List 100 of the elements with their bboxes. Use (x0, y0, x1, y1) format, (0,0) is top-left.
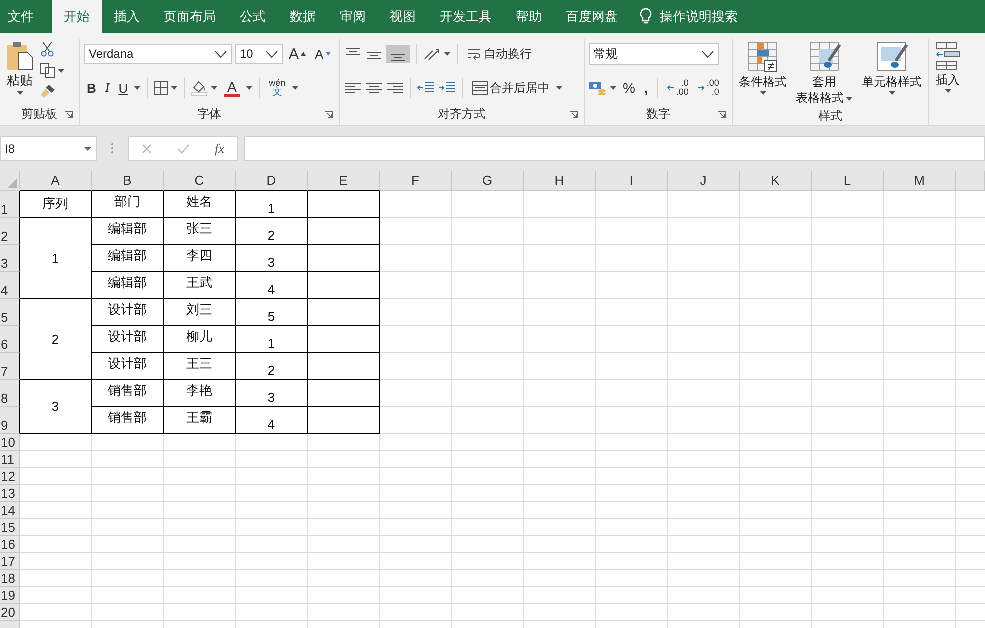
ribbon-tab[interactable]: 开始 (52, 0, 102, 33)
increase-decimal-button[interactable]: .0 .00 (664, 77, 692, 99)
check-icon[interactable] (176, 144, 190, 154)
ribbon-tab[interactable]: 帮助 (504, 0, 554, 33)
column-header[interactable]: C (164, 171, 236, 191)
row-header[interactable]: 12 (0, 468, 20, 485)
caret-icon[interactable] (171, 86, 178, 90)
caret-icon[interactable] (846, 96, 853, 101)
lightbulb-icon[interactable] (640, 8, 652, 25)
column-header[interactable]: A (20, 171, 92, 191)
row-header[interactable]: 18 (0, 570, 20, 587)
paste-button[interactable]: 粘贴 (4, 39, 36, 103)
caret-icon[interactable] (944, 89, 952, 94)
column-header[interactable]: G (452, 171, 524, 191)
row-header[interactable]: 2 (0, 218, 20, 245)
phonetic-guide-button[interactable]: wén 文 (266, 76, 289, 100)
wrap-text-button[interactable]: 自动换行 (464, 44, 535, 64)
row-header[interactable]: 9 (0, 407, 20, 434)
dialog-launcher-icon[interactable] (570, 111, 578, 119)
caret-icon[interactable] (134, 86, 142, 90)
ribbon-tab[interactable]: 公式 (228, 0, 278, 33)
grow-font-button[interactable]: A (286, 44, 310, 64)
name-box[interactable]: I8 (0, 136, 97, 161)
merge-center-button[interactable]: 合并后居中 (469, 78, 553, 98)
decrease-decimal-button[interactable]: .00 .0 (694, 77, 722, 99)
cell-styles-button[interactable]: 单元格样式 (860, 39, 924, 108)
dialog-launcher-icon[interactable] (65, 111, 73, 119)
scissors-icon[interactable] (40, 41, 55, 57)
row-header[interactable]: 13 (0, 485, 20, 502)
row-header[interactable]: 3 (0, 245, 20, 272)
column-header[interactable]: D (236, 171, 308, 191)
row-header[interactable]: 1 (0, 191, 20, 218)
borders-icon[interactable] (154, 81, 168, 95)
ribbon-tab[interactable]: 开发工具 (428, 0, 504, 33)
column-header[interactable]: E (308, 171, 380, 191)
row-header[interactable]: 17 (0, 553, 20, 570)
orientation-icon[interactable] (423, 46, 441, 62)
chevron-icon[interactable] (702, 50, 714, 58)
ribbon-tab[interactable]: 页面布局 (152, 0, 228, 33)
comma-style-button[interactable]: , (641, 78, 652, 98)
percent-button[interactable]: % (620, 78, 638, 98)
column-header[interactable]: L (812, 171, 884, 191)
column-header[interactable]: H (524, 171, 596, 191)
column-header[interactable]: I (596, 171, 668, 191)
align-center-icon[interactable] (365, 81, 383, 95)
align-right-icon[interactable] (386, 81, 404, 95)
row-header[interactable]: 20 (0, 604, 20, 621)
column-header[interactable]: M (884, 171, 956, 191)
column-header[interactable]: F (380, 171, 452, 191)
row-header[interactable]: 10 (0, 434, 20, 451)
row-header[interactable]: 8 (0, 380, 20, 407)
format-as-table-button[interactable]: 套用 表格格式 (794, 39, 855, 108)
caret-icon[interactable] (58, 68, 65, 72)
row-header[interactable]: 7 (0, 353, 20, 380)
caret-icon[interactable] (556, 86, 563, 90)
currency-icon[interactable] (589, 80, 607, 96)
underline-button[interactable]: U (116, 78, 132, 98)
row-header[interactable]: 6 (0, 326, 20, 353)
caret-icon[interactable] (84, 146, 92, 150)
insert-button[interactable]: 插入 (933, 39, 963, 125)
row-header[interactable]: 4 (0, 272, 20, 299)
ribbon-tab[interactable]: 数据 (278, 0, 328, 33)
format-painter-icon[interactable] (40, 84, 56, 98)
caret-icon[interactable] (211, 86, 218, 90)
decrease-indent-icon[interactable] (417, 81, 435, 95)
bold-button[interactable]: B (84, 78, 100, 98)
italic-button[interactable]: I (102, 78, 113, 98)
font-color-button[interactable]: A (221, 78, 244, 98)
caret-icon[interactable] (444, 52, 451, 56)
copy-icon[interactable] (40, 63, 55, 78)
tell-me-search[interactable]: 操作说明搜索 (660, 8, 738, 26)
caret-icon[interactable] (888, 91, 896, 96)
font-name-select[interactable]: Verdana (84, 44, 232, 64)
column-header[interactable]: B (92, 171, 164, 191)
ribbon-tab[interactable]: 文件 (0, 0, 46, 33)
drag-handle-icon[interactable] (111, 143, 114, 154)
increase-indent-icon[interactable] (438, 81, 456, 95)
row-header[interactable]: 15 (0, 519, 20, 536)
row-header[interactable]: 19 (0, 587, 20, 604)
dialog-launcher-icon[interactable] (325, 111, 333, 119)
insert-function-button[interactable]: fx (215, 140, 224, 156)
conditional-formatting-button[interactable]: 条件格式 (737, 39, 789, 108)
formula-input[interactable] (244, 136, 985, 161)
row-header[interactable]: 14 (0, 502, 20, 519)
ribbon-tab[interactable]: 插入 (102, 0, 152, 33)
caret-icon[interactable] (16, 90, 24, 95)
caret-icon[interactable] (246, 86, 254, 90)
dialog-launcher-icon[interactable] (718, 111, 726, 119)
chevron-icon[interactable] (266, 50, 278, 58)
align-left-icon[interactable] (344, 81, 362, 95)
column-header[interactable]: K (740, 171, 812, 191)
shrink-font-button[interactable]: A (312, 44, 334, 64)
caret-icon[interactable] (292, 86, 299, 90)
column-header[interactable]: J (668, 171, 740, 191)
number-format-select[interactable]: 常规 (589, 43, 719, 65)
row-header[interactable]: 5 (0, 299, 20, 326)
chevron-icon[interactable] (215, 50, 227, 58)
caret-icon[interactable] (610, 86, 617, 90)
row-header[interactable]: 16 (0, 536, 20, 553)
font-size-select[interactable]: 10 (235, 44, 283, 64)
